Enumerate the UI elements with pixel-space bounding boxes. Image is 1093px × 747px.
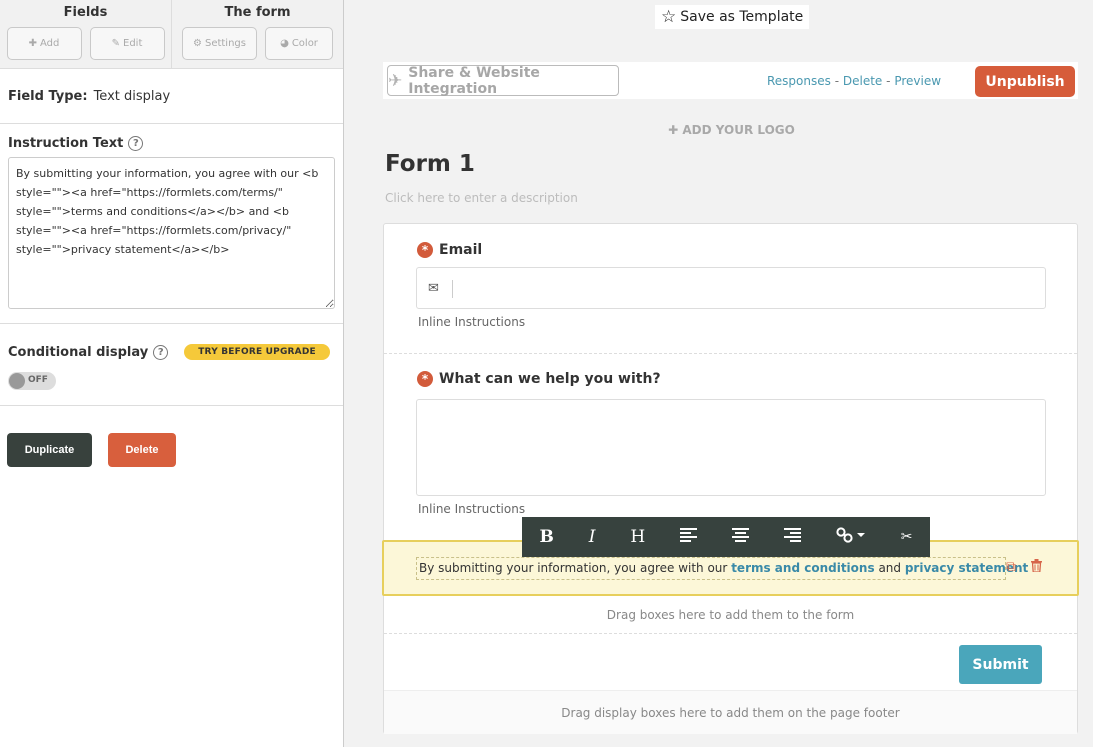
instruction-section: Instruction Text ? By submitting your in… [0, 124, 343, 324]
form-topbar: ✈ Share & Website Integration Responses … [383, 62, 1078, 99]
text-mid: and [878, 561, 902, 575]
envelope-icon: ✉ [428, 281, 439, 296]
form-title[interactable]: Form 1 [385, 151, 475, 177]
delete-field-button[interactable]: Delete [108, 433, 176, 467]
text-display-content[interactable]: By submitting your information, you agre… [416, 557, 1028, 580]
scissors-icon[interactable]: ✂ [901, 529, 913, 545]
form-links: Responses - Delete - Preview [767, 74, 941, 88]
add-logo-label: ADD YOUR LOGO [682, 123, 795, 137]
plus-icon: ✚ [668, 123, 679, 137]
add-field-label: Add [40, 38, 60, 49]
toggle-state-text: OFF [28, 375, 48, 385]
form-description[interactable]: Click here to enter a description [385, 191, 578, 205]
fields-group-title: Fields [63, 5, 108, 20]
add-field-button[interactable]: ✚ Add [6, 27, 82, 60]
settings-button[interactable]: ⚙ Settings [182, 27, 257, 60]
fields-group: Fields ✚ Add ✎ Edit [0, 0, 171, 68]
help-field-label: What can we help you with? [439, 371, 661, 387]
trash-icon[interactable] [1031, 559, 1042, 576]
link-icon[interactable] [836, 527, 866, 547]
unpublish-button[interactable]: Unpublish [975, 66, 1075, 97]
copy-icon[interactable]: ⧉ [1006, 559, 1016, 575]
email-inline-instructions: Inline Instructions [418, 315, 526, 329]
share-integration-button[interactable]: ✈ Share & Website Integration [387, 64, 619, 97]
settings-label: Settings [204, 38, 246, 49]
align-left-icon[interactable] [680, 528, 698, 546]
email-field-block[interactable]: * Email ✉ Inline Instructions [384, 224, 1077, 354]
align-center-icon[interactable] [732, 528, 749, 546]
help-field-block[interactable]: * What can we help you with? Inline Inst… [384, 354, 1077, 541]
toggle-knob [9, 373, 25, 389]
submit-button[interactable]: Submit [959, 645, 1042, 684]
paper-plane-icon: ✈ [388, 70, 403, 91]
add-logo-button[interactable]: ✚ ADD YOUR LOGO [345, 123, 1093, 137]
input-divider [452, 280, 453, 298]
align-right-icon[interactable] [783, 528, 801, 546]
conditional-display-section: Conditional display ? TRY BEFORE UPGRADE… [0, 324, 343, 406]
field-type-row: Field Type: Text display [0, 69, 343, 124]
edit-field-label: Edit [123, 38, 143, 49]
field-type-value: Text display [93, 88, 171, 104]
try-before-upgrade-badge[interactable]: TRY BEFORE UPGRADE [184, 344, 330, 360]
email-field-label: Email [439, 242, 483, 258]
help-inline-instructions: Inline Instructions [418, 502, 526, 516]
pencil-icon: ✎ [111, 38, 120, 49]
conditional-display-toggle[interactable]: OFF [8, 372, 56, 390]
duplicate-button[interactable]: Duplicate [7, 433, 92, 467]
sidebar-tabs: Fields ✚ Add ✎ Edit The form ⚙ Settings [0, 0, 343, 69]
edit-field-button[interactable]: ✎ Edit [89, 27, 165, 60]
plus-icon: ✚ [28, 38, 37, 49]
field-type-label: Field Type: [8, 88, 88, 104]
help-icon[interactable]: ? [153, 344, 169, 360]
gear-icon: ⚙ [193, 38, 202, 49]
preview-link[interactable]: Preview [894, 74, 941, 88]
responses-link[interactable]: Responses [767, 74, 831, 88]
save-as-template-button[interactable]: ☆ Save as Template [655, 5, 810, 29]
bold-button[interactable]: B [539, 527, 553, 547]
the-form-group: The form ⚙ Settings ◕ Color [171, 0, 343, 68]
email-input[interactable]: ✉ [416, 267, 1046, 309]
text-format-toolbar: B I H ✂ [522, 517, 930, 557]
star-icon: ☆ [661, 7, 677, 27]
help-textarea[interactable] [416, 399, 1046, 496]
share-integration-label: Share & Website Integration [408, 64, 540, 97]
form-editor: ☆ Save as Template ✈ Share & Website Int… [345, 0, 1093, 747]
required-icon: * [417, 242, 433, 258]
save-as-template-label: Save as Template [680, 9, 804, 25]
color-label: Color [291, 38, 318, 49]
form-card: * Email ✉ Inline Instructions * What can… [382, 223, 1079, 734]
text-pre: By submitting your information, you agre… [419, 561, 728, 575]
link-separator: - [886, 74, 891, 88]
required-icon: * [417, 371, 433, 387]
link-separator: - [834, 74, 840, 88]
help-icon[interactable]: ? [128, 136, 144, 151]
color-button[interactable]: ◕ Color [265, 27, 333, 60]
italic-button[interactable]: I [589, 527, 596, 547]
instruction-text-label: Instruction Text [8, 136, 124, 151]
terms-link[interactable]: terms and conditions [731, 561, 874, 575]
palette-icon: ◕ [280, 38, 289, 49]
sidebar: Fields ✚ Add ✎ Edit The form ⚙ Settings [0, 0, 344, 747]
footer-dropzone[interactable]: Drag display boxes here to add them on t… [384, 690, 1077, 734]
heading-button[interactable]: H [630, 527, 645, 547]
field-actions: Duplicate Delete [0, 406, 343, 494]
delete-form-link[interactable]: Delete [843, 74, 882, 88]
instruction-textarea[interactable]: By submitting your information, you agre… [8, 157, 335, 309]
conditional-display-label: Conditional display [8, 344, 149, 360]
drag-fields-dropzone[interactable]: Drag boxes here to add them to the form [384, 596, 1077, 634]
the-form-group-title: The form [224, 5, 291, 20]
